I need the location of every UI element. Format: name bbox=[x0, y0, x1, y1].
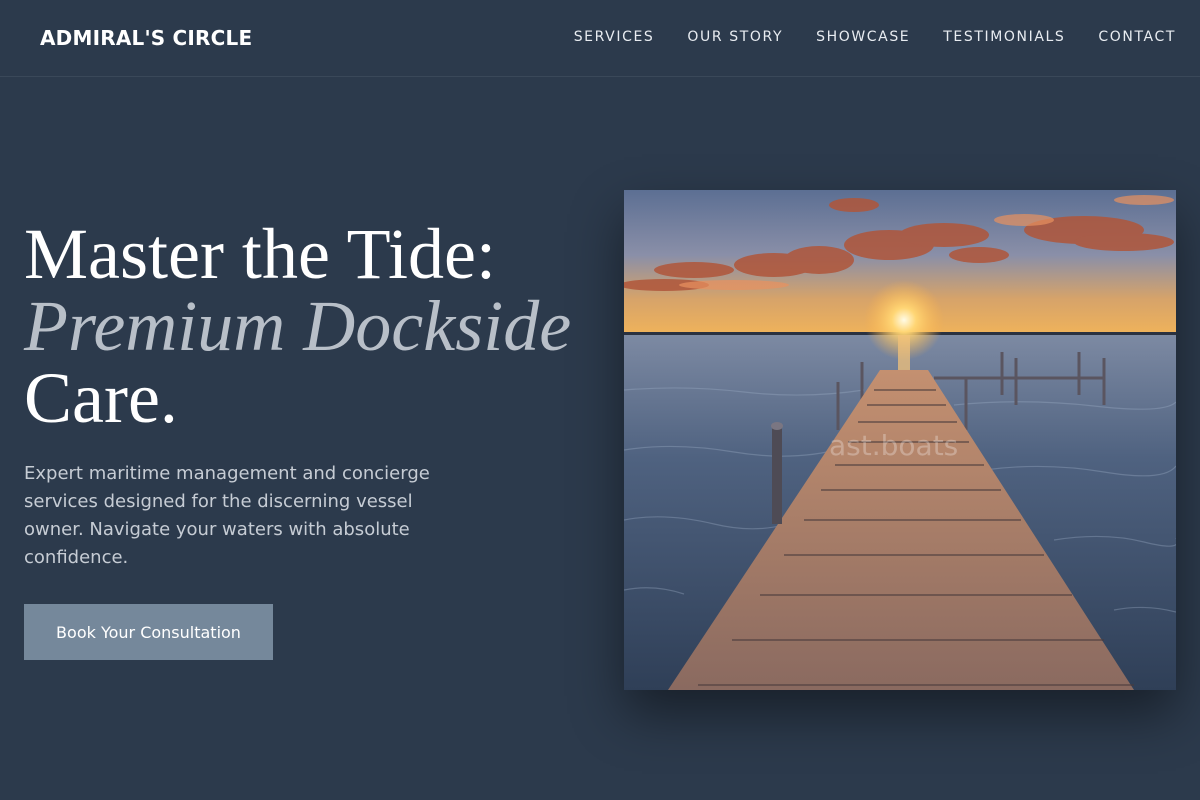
hero-description: Expert maritime management and concierge… bbox=[24, 463, 430, 568]
nav-link-showcase[interactable]: SHOWCASE bbox=[816, 29, 910, 45]
nav-link-testimonials[interactable]: TESTIMONIALS bbox=[943, 29, 1065, 45]
headline-line-1: Master the Tide: bbox=[24, 214, 497, 294]
hero-headline: Master the Tide: Premium Dockside Care. bbox=[24, 218, 604, 434]
navbar: ADMIRAL'S CIRCLE SERVICES OUR STORY SHOW… bbox=[0, 0, 1200, 77]
book-consultation-button[interactable]: Book Your Consultation bbox=[24, 604, 273, 660]
headline-accent: Premium Dockside bbox=[24, 286, 572, 366]
site-logo[interactable]: ADMIRAL'S CIRCLE bbox=[40, 26, 252, 50]
nav-links: SERVICES OUR STORY SHOWCASE TESTIMONIALS… bbox=[574, 29, 1176, 45]
nav-link-services[interactable]: SERVICES bbox=[574, 29, 655, 45]
nav-link-our-story[interactable]: OUR STORY bbox=[687, 29, 783, 45]
headline-line-3: Care. bbox=[24, 358, 178, 438]
hero-text: Master the Tide: Premium Dockside Care. bbox=[24, 218, 604, 434]
nav-link-contact[interactable]: CONTACT bbox=[1098, 29, 1176, 45]
image-watermark: ast.boats bbox=[829, 429, 958, 462]
hero-image-dock-sunset: ast.boats bbox=[624, 190, 1176, 690]
